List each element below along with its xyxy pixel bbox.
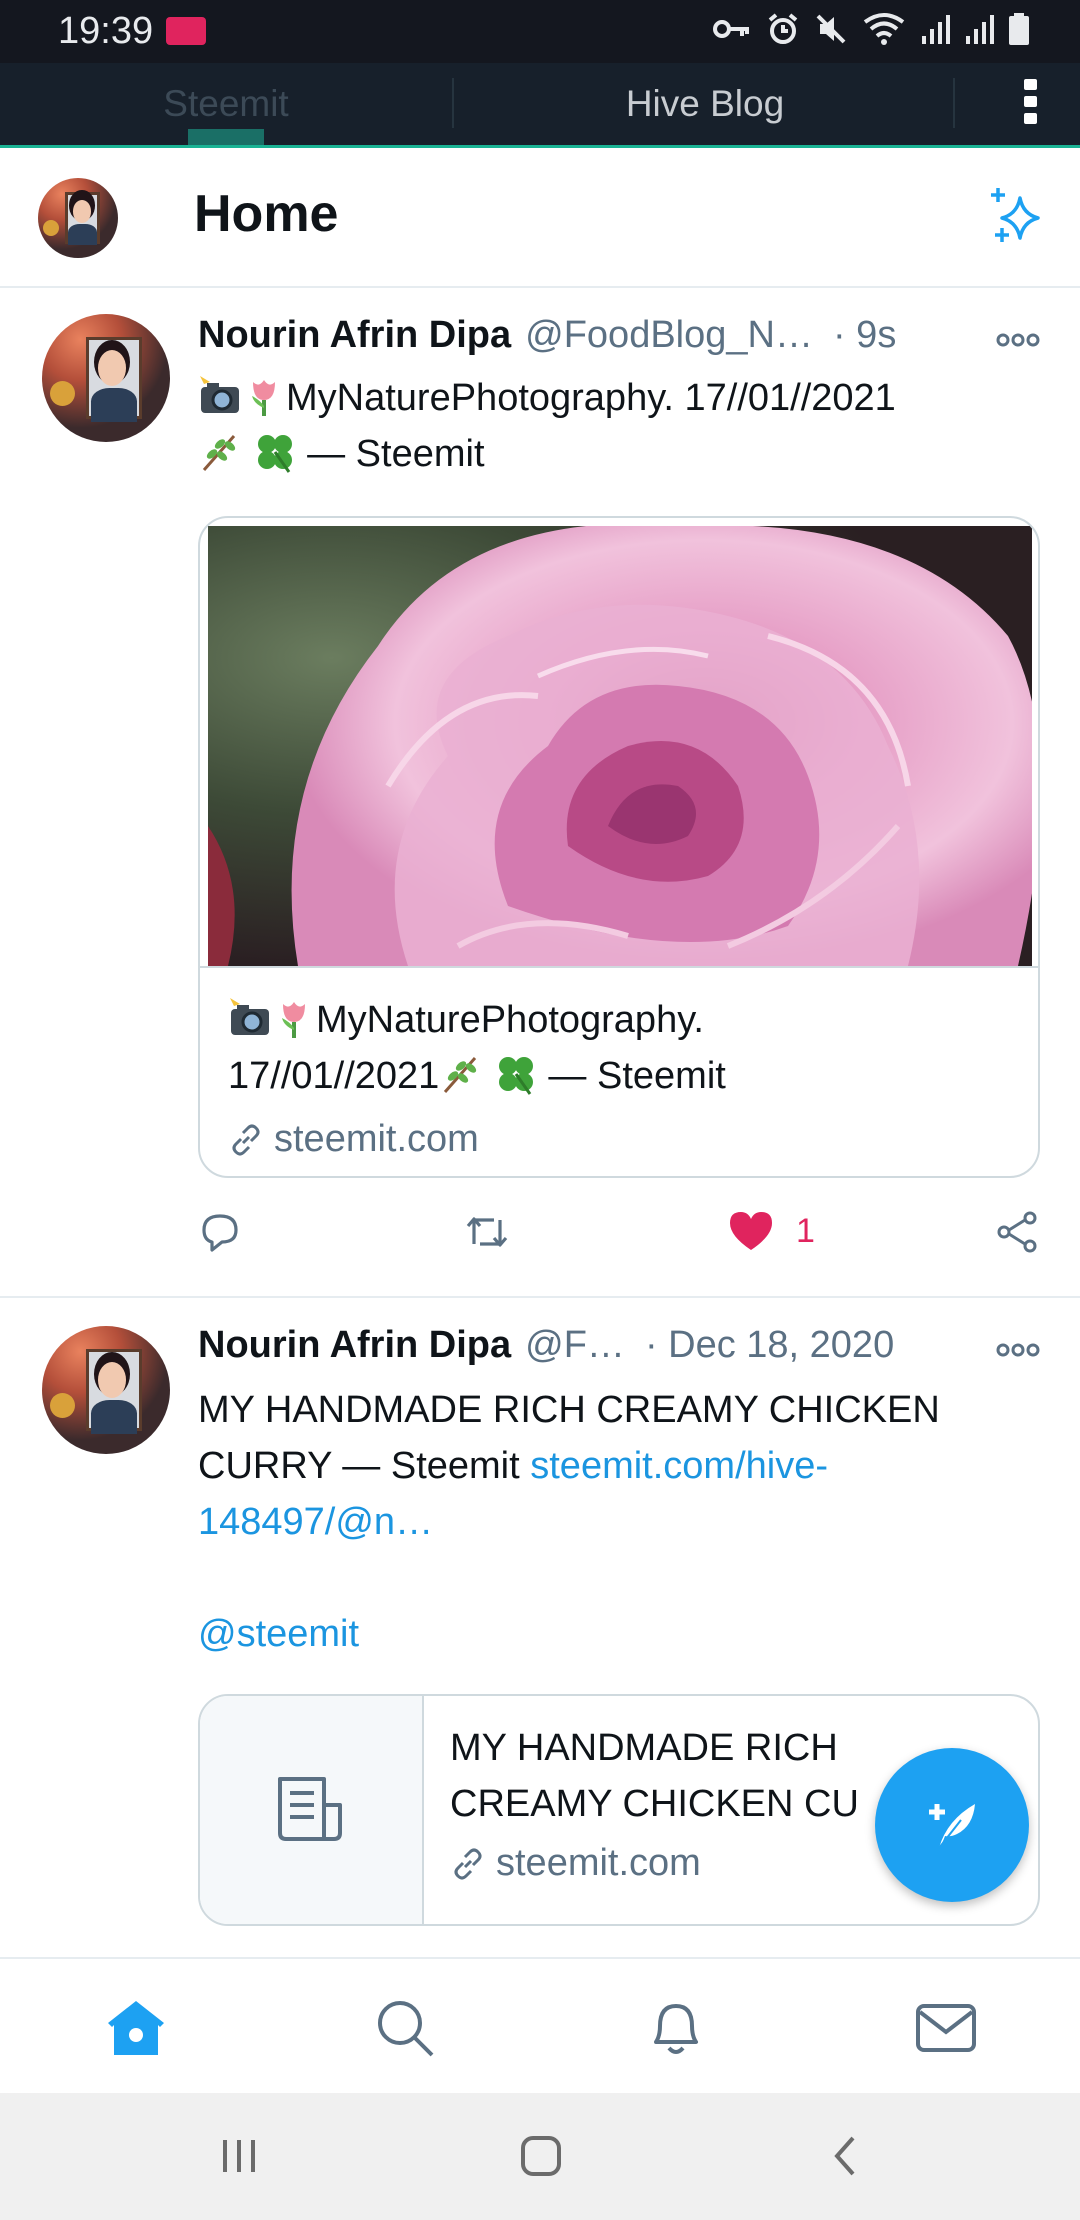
herb-emoji-icon: [439, 1052, 483, 1096]
system-home-icon: [521, 2136, 561, 2176]
like-button[interactable]: 1: [728, 1210, 815, 1252]
avatar[interactable]: [42, 1326, 170, 1454]
recents-button[interactable]: [209, 2131, 269, 2181]
camera-flash-emoji-icon: [228, 996, 272, 1040]
back-button[interactable]: [814, 2131, 874, 2181]
tweet-text-body: MyNaturePhotography. 17//01//2021: [286, 377, 896, 419]
tweet-header: Nourin Afrin Dipa @FoodBlog_N… · 9s: [198, 314, 1040, 370]
page-title: Home: [194, 185, 339, 243]
author-name[interactable]: Nourin Afrin Dipa: [198, 314, 511, 357]
tulip-emoji-icon: [272, 996, 316, 1040]
author-name[interactable]: Nourin Afrin Dipa: [198, 1324, 511, 1367]
overflow-menu-icon[interactable]: [1018, 79, 1042, 129]
search-icon: [378, 2001, 434, 2057]
recents-icon: [223, 2140, 255, 2172]
link-card-title: MY HANDMADE RICH CREAMY CHICKEN CU: [450, 1720, 890, 1832]
more-options-icon[interactable]: [996, 332, 1040, 348]
link-icon: [232, 1124, 260, 1155]
app-header: Home: [0, 148, 1080, 288]
mail-icon: [916, 2004, 976, 2052]
compose-tweet-button[interactable]: [875, 1748, 1029, 1902]
tweet-text: MY HANDMADE RICH CREAMY CHICKEN CURRY — …: [198, 1382, 1032, 1662]
signal-icon: [922, 15, 950, 44]
tab-label: Steemit: [163, 83, 289, 124]
tweet-actions: 1: [198, 1210, 1040, 1270]
mute-icon: [816, 14, 846, 44]
tweet-header: Nourin Afrin Dipa @F… · Dec 18, 2020: [198, 1324, 1040, 1380]
link-card[interactable]: MyNaturePhotography. 17//01//2021 — Steem…: [198, 516, 1040, 1178]
signal-icon: [966, 15, 994, 44]
tweet-time: · 9s: [832, 314, 897, 356]
link-card-title-a: MyNaturePhotography.: [316, 999, 704, 1041]
retweet-icon: [466, 1217, 508, 1247]
link-card-domain-text: steemit.com: [496, 1842, 701, 1884]
back-icon: [834, 2136, 855, 2176]
article-icon: [278, 1777, 342, 1841]
battery-icon: [1009, 13, 1029, 45]
four-leaf-clover-emoji-icon: [253, 430, 297, 474]
nav-search[interactable]: [370, 1993, 440, 2063]
herb-emoji-icon: [198, 430, 242, 474]
nav-home[interactable]: [101, 1993, 171, 2063]
nav-messages[interactable]: [911, 1993, 981, 2063]
tab-selected-indicator: [188, 129, 264, 145]
more-options-icon[interactable]: [996, 1342, 1040, 1358]
link-card-domain: steemit.com: [228, 1118, 479, 1161]
bell-icon: [654, 2004, 698, 2054]
compose-feather-icon: [929, 1804, 975, 1849]
profile-avatar[interactable]: [38, 178, 118, 258]
status-icons: [712, 12, 1030, 46]
link-card-title-b: 17//01//2021: [228, 1055, 440, 1097]
link-card-thumbnail: [200, 1696, 424, 1924]
system-home-button[interactable]: [511, 2131, 571, 2181]
link-card-title: MyNaturePhotography. 17//01//2021 — Steem…: [228, 992, 1008, 1104]
link-card-title-text: MY HANDMADE RICH CREAMY CHICKEN CU: [450, 1727, 859, 1825]
status-bar: 19:39: [0, 0, 1080, 63]
link-card-image: [208, 526, 1032, 966]
camera-flash-emoji-icon: [198, 374, 242, 418]
four-leaf-clover-emoji-icon: [494, 1052, 538, 1096]
link-card-domain-text: steemit.com: [274, 1118, 479, 1160]
tweet-text-suffix: — Steemit: [296, 433, 485, 475]
retweet-button[interactable]: [462, 1210, 512, 1254]
wifi-icon: [863, 13, 905, 45]
card-divider: [200, 966, 1038, 968]
status-time: 19:39: [58, 10, 154, 52]
tweet-time: · Dec 18, 2020: [644, 1324, 895, 1366]
sparkle-icon[interactable]: [986, 186, 1046, 246]
system-navigation-bar: [0, 2093, 1080, 2220]
bottom-navigation: [0, 1957, 1080, 2093]
nav-notifications[interactable]: [641, 1993, 711, 2063]
share-icon: [997, 1211, 1037, 1253]
link-card-domain: steemit.com: [450, 1842, 701, 1885]
author-handle[interactable]: @FoodBlog_N…: [525, 314, 813, 357]
key-icon: [713, 20, 749, 38]
home-icon: [108, 2001, 164, 2055]
share-button[interactable]: [996, 1210, 1040, 1254]
top-tab-bar: Steemit Hive Blog: [0, 63, 1080, 148]
reply-icon: [202, 1214, 238, 1252]
tweet-text: MyNaturePhotography. 17//01//2021 — Stee…: [198, 370, 1032, 482]
tweet[interactable]: Nourin Afrin Dipa @FoodBlog_N… · 9s MyNa…: [0, 290, 1080, 1298]
tab-divider: [452, 78, 454, 128]
tulip-emoji-icon: [242, 374, 286, 418]
mention-link[interactable]: @steemit: [198, 1613, 359, 1655]
author-handle[interactable]: @F…: [525, 1324, 625, 1367]
link-card-title-suffix: — Steemit: [537, 1055, 726, 1097]
tab-hive-blog[interactable]: Hive Blog: [455, 63, 955, 145]
reply-button[interactable]: [198, 1210, 242, 1254]
tab-label: Hive Blog: [625, 83, 785, 124]
alarm-icon: [768, 13, 798, 44]
app-notification-icon: [166, 17, 206, 45]
like-count: 1: [796, 1211, 815, 1250]
heart-icon: [730, 1212, 772, 1250]
avatar[interactable]: [42, 314, 170, 442]
link-icon: [454, 1848, 482, 1879]
tab-divider: [953, 78, 955, 128]
